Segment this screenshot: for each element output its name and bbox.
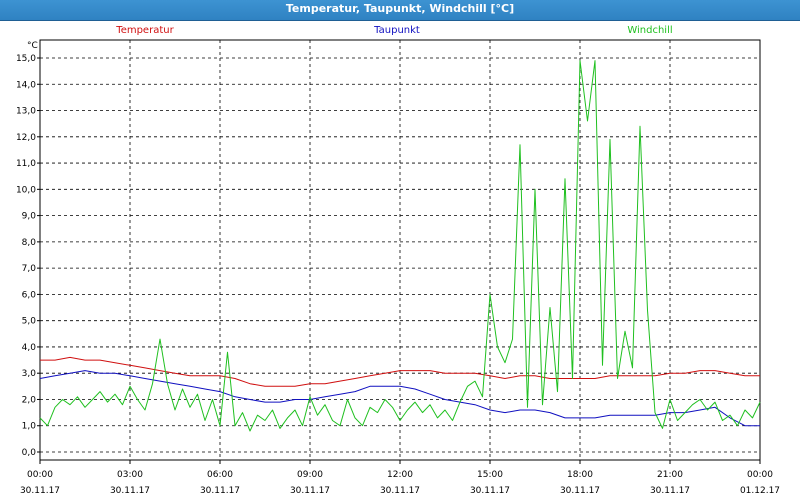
x-tick-date: 01.12.17 <box>740 486 780 496</box>
y-axis-ticks: 0,0 1,0 2,0 3,0 4,0 5,0 6,0 7,0 8,0 9,0 10,0 11,0 12… <box>16 54 40 458</box>
x-tick-time: 00:00 <box>747 470 773 480</box>
y-tick-label: 1,0 <box>22 422 37 432</box>
line-chart: °C 0,0 1,0 2,0 3,0 4,0 5,0 6,0 7,0 8,0 9,0 10,0 11,… <box>16 25 780 496</box>
y-tick-label: 0,0 <box>22 448 37 458</box>
y-tick-label: 9,0 <box>22 212 37 222</box>
y-tick-label: 7,0 <box>22 264 37 274</box>
y-tick-label: 3,0 <box>22 369 37 379</box>
x-tick-date: 30.11.17 <box>560 486 600 496</box>
y-tick-label: 14,0 <box>16 80 36 90</box>
x-tick-date: 30.11.17 <box>380 486 420 496</box>
y-tick-label: 8,0 <box>22 238 37 248</box>
y-tick-label: 13,0 <box>16 107 36 117</box>
x-axis-ticks: 00:00 30.11.17 03:00 30.11.17 06:00 30.11.17 0… <box>20 460 780 496</box>
x-tick-time: 18:00 <box>567 470 593 480</box>
x-tick-date: 30.11.17 <box>470 486 510 496</box>
y-tick-label: 2,0 <box>22 395 37 405</box>
x-tick-date: 30.11.17 <box>290 486 330 496</box>
x-tick-time: 06:00 <box>207 470 233 480</box>
x-tick-time: 09:00 <box>297 470 323 480</box>
y-tick-label: 12,0 <box>16 133 36 143</box>
x-tick-time: 00:00 <box>27 470 53 480</box>
legend-temperatur: Temperatur <box>115 25 174 36</box>
x-tick-time: 21:00 <box>657 470 683 480</box>
y-tick-label: 5,0 <box>22 317 37 327</box>
y-tick-label: 11,0 <box>16 159 36 169</box>
x-tick-date: 30.11.17 <box>200 486 240 496</box>
y-tick-label: 6,0 <box>22 290 37 300</box>
y-tick-label: 10,0 <box>16 185 36 195</box>
x-tick-date: 30.11.17 <box>20 486 60 496</box>
y-tick-label: 15,0 <box>16 54 36 64</box>
x-tick-time: 12:00 <box>387 470 413 480</box>
y-tick-label: 4,0 <box>22 343 37 353</box>
x-tick-date: 30.11.17 <box>650 486 690 496</box>
legend: Temperatur Taupunkt Windchill <box>115 25 672 36</box>
legend-windchill: Windchill <box>627 25 672 36</box>
legend-taupunkt: Taupunkt <box>373 25 420 36</box>
chart-window: Temperatur, Taupunkt, Windchill [°C] °C … <box>0 0 800 500</box>
x-tick-time: 03:00 <box>117 470 143 480</box>
y-unit-label: °C <box>27 41 38 51</box>
x-tick-date: 30.11.17 <box>110 486 150 496</box>
x-tick-time: 15:00 <box>477 470 503 480</box>
